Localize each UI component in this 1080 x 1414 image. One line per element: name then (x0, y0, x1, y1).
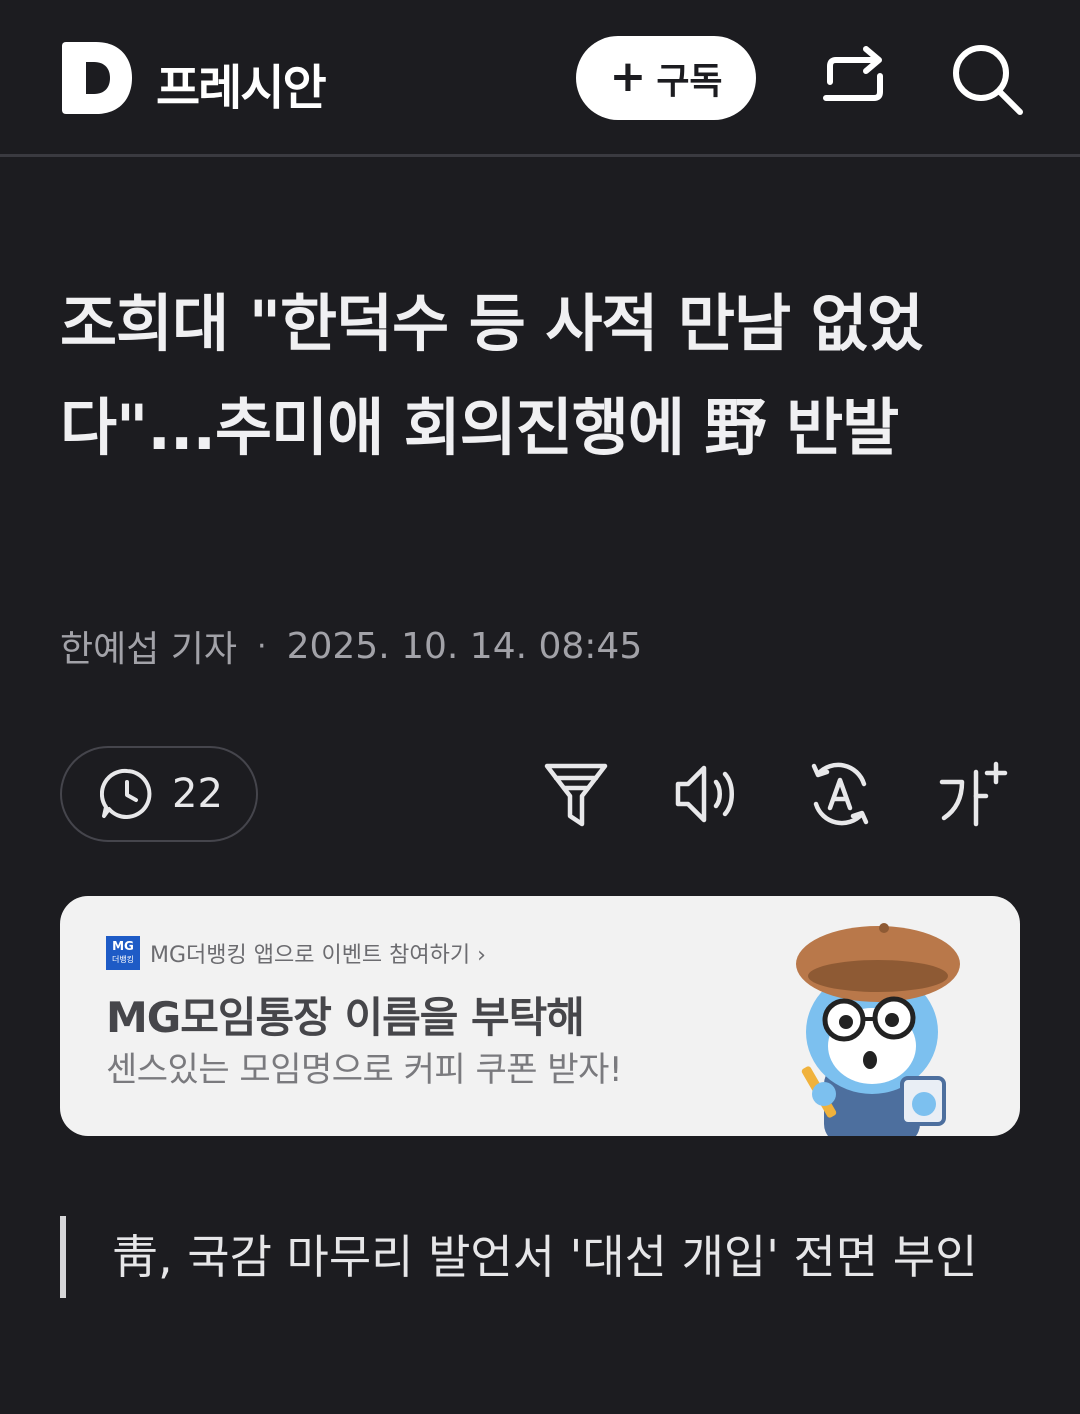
article-meta: 한예섭 기자 · 2025. 10. 14. 08:45 (60, 620, 642, 672)
daum-logo-icon[interactable] (62, 42, 134, 114)
mascot-illustration (796, 923, 960, 1136)
search-icon[interactable] (948, 40, 1026, 118)
ad-sponsor-link[interactable]: MG 더뱅킹 MG더뱅킹 앱으로 이벤트 참여하기 › (106, 936, 486, 970)
mg-logo-icon: MG 더뱅킹 (106, 936, 140, 970)
subscribe-button[interactable]: + 구독 (576, 36, 756, 120)
article-subheading-quote: 靑, 국감 마무리 발언서 '대선 개입' 전면 부인 (60, 1216, 1020, 1298)
ad-subtitle: 센스있는 모임명으로 커피 쿠폰 받자! (106, 1050, 623, 1090)
comment-button[interactable]: 22 (60, 746, 258, 842)
ad-title: MG모임통장 이름을 부탁해 (106, 993, 585, 1042)
separator-dot: · (257, 628, 267, 664)
comment-count: 22 (172, 771, 223, 817)
plus-icon: + (609, 50, 647, 102)
subscribe-label: 구독 (656, 61, 723, 102)
top-bar: 프레시안 + 구독 (0, 0, 1080, 157)
speaker-icon[interactable] (672, 758, 740, 830)
author-name[interactable]: 한예섭 기자 (60, 620, 237, 672)
publish-datetime: 2025. 10. 14. 08:45 (286, 625, 643, 667)
article-headline: 조희대 "한덕수 등 사적 만남 없었다"...추미애 회의진행에 野 반발 (60, 287, 924, 464)
ad-banner[interactable]: MG 더뱅킹 MG더뱅킹 앱으로 이벤트 참여하기 › MG모임통장 이름을 부… (60, 896, 1020, 1136)
brand-name[interactable]: 프레시안 (156, 48, 327, 118)
share-icon[interactable] (818, 42, 892, 116)
ad-sponsor-text: MG더뱅킹 앱으로 이벤트 참여하기 › (150, 943, 486, 968)
filter-icon[interactable] (542, 758, 610, 830)
font-size-icon[interactable] (936, 758, 1016, 830)
comment-icon (100, 768, 152, 819)
translate-icon[interactable] (806, 758, 874, 830)
